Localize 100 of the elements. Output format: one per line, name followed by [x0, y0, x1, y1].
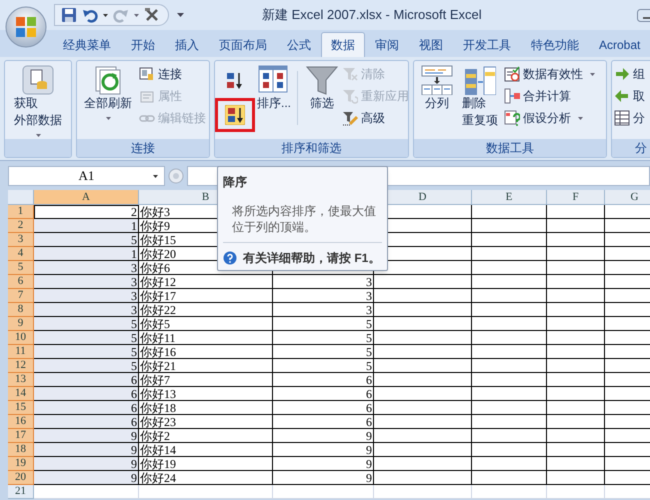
ribbon-tab[interactable]: 公式	[277, 32, 321, 57]
table-cell: 6	[273, 415, 374, 429]
table-cell: 6	[273, 401, 374, 415]
ribbon-tab[interactable]: 审阅	[365, 32, 409, 57]
row-header[interactable]: 18	[8, 443, 34, 457]
table-cell: 你好16	[139, 345, 273, 359]
table-cell: 5	[34, 359, 139, 373]
table-cell: 你好24	[139, 471, 273, 485]
row-header[interactable]: 9	[8, 317, 34, 331]
filter-button[interactable]: 筛选	[302, 61, 342, 139]
advanced-icon	[342, 110, 358, 126]
what-if-button[interactable]: 假设分析	[504, 107, 595, 129]
table-cell: 你好12	[139, 275, 273, 289]
column-header[interactable]: F	[547, 190, 605, 205]
table-cell: 3	[34, 303, 139, 317]
table-cell: 1	[34, 247, 139, 261]
ungroup-icon	[614, 88, 630, 104]
table-cell: 3	[34, 289, 139, 303]
save-icon[interactable]	[61, 7, 77, 23]
refresh-all-button[interactable]: 全部刷新	[81, 61, 135, 139]
ribbon-tab[interactable]: 页面布局	[209, 32, 277, 57]
consolidate-icon	[504, 88, 520, 104]
row-header[interactable]: 3	[8, 233, 34, 247]
table-cell: 你好11	[139, 331, 273, 345]
ungroup-button[interactable]: 取	[614, 85, 645, 107]
table-cell: 你好23	[139, 415, 273, 429]
group-title: 数据工具	[486, 140, 534, 157]
table-cell: 5	[34, 331, 139, 345]
remove-duplicates-button[interactable]: 删除 重复项	[458, 61, 502, 139]
sort-dialog-icon	[258, 65, 290, 95]
row-header[interactable]: 7	[8, 289, 34, 303]
row-header[interactable]: 19	[8, 457, 34, 471]
customize-caret-icon[interactable]	[177, 13, 184, 17]
connections-button[interactable]: 连接	[139, 63, 206, 85]
table-cell: 5	[34, 233, 139, 247]
sort-button[interactable]: 排序...	[255, 61, 293, 139]
ribbon-tab[interactable]: 经典菜单	[53, 32, 121, 57]
tooltip-title: 降序	[223, 174, 248, 191]
row-header[interactable]: 8	[8, 303, 34, 317]
duplicate-rows-icon	[464, 65, 496, 95]
help-icon	[223, 251, 237, 265]
table-cell: 9	[273, 471, 374, 485]
column-header[interactable]: G	[605, 190, 650, 205]
text-to-columns-button[interactable]: 分列	[418, 61, 456, 139]
get-data-button[interactable]: 获取 外部数据	[6, 61, 70, 139]
table-cell: 5	[34, 317, 139, 331]
group-title: 排序和筛选	[282, 140, 342, 157]
table-cell: 你好7	[139, 373, 273, 387]
group-button[interactable]: 组	[614, 63, 645, 85]
table-cell: 6	[34, 415, 139, 429]
row-header[interactable]: 20	[8, 471, 34, 485]
table-cell: 3	[273, 303, 374, 317]
column-header[interactable]: E	[472, 190, 547, 205]
advanced-button[interactable]: 高级	[342, 107, 408, 129]
ribbon-tab[interactable]: 视图	[409, 32, 453, 57]
row-header[interactable]: 10	[8, 331, 34, 345]
ribbon-tab[interactable]: 特色功能	[521, 32, 589, 57]
table-cell: 3	[273, 289, 374, 303]
formula-bar-handle-icon[interactable]	[168, 168, 184, 184]
table-cell: 你好21	[139, 359, 273, 373]
row-header[interactable]: 5	[8, 261, 34, 275]
row-header[interactable]: 14	[8, 387, 34, 401]
sort-ascending-icon[interactable]	[225, 71, 245, 91]
table-cell: 你好17	[139, 289, 273, 303]
table-cell: 9	[34, 471, 139, 485]
row-header[interactable]: 6	[8, 275, 34, 289]
row-header[interactable]: 12	[8, 359, 34, 373]
ribbon-tab[interactable]: 插入	[165, 32, 209, 57]
funnel-icon	[306, 65, 338, 95]
table-cell: 9	[273, 443, 374, 457]
table-cell: 你好18	[139, 401, 273, 415]
column-header[interactable]: A	[34, 190, 139, 205]
database-icon	[22, 65, 54, 95]
group-icon	[614, 66, 630, 82]
row-header[interactable]: 16	[8, 415, 34, 429]
table-cell: 9	[34, 429, 139, 443]
subtotal-icon	[614, 110, 630, 126]
row-header[interactable]: 17	[8, 429, 34, 443]
consolidate-button[interactable]: 合并计算	[504, 85, 595, 107]
undo-icon[interactable]	[82, 7, 98, 23]
row-header[interactable]: 13	[8, 373, 34, 387]
table-cell: 5	[34, 345, 139, 359]
ribbon-tab[interactable]: Acrobat	[589, 32, 650, 57]
row-header[interactable]: 2	[8, 219, 34, 233]
group-title-bar	[5, 139, 71, 157]
row-header[interactable]: 21	[8, 485, 34, 499]
data-validation-button[interactable]: 数据有效性	[504, 63, 595, 85]
row-header[interactable]: 1	[8, 205, 34, 219]
table-cell: 6	[34, 401, 139, 415]
sort-descending-icon[interactable]	[225, 105, 245, 125]
row-header[interactable]: 4	[8, 247, 34, 261]
row-header[interactable]: 11	[8, 345, 34, 359]
table-cell: 5	[273, 331, 374, 345]
name-box[interactable]: A1	[8, 166, 165, 186]
tools-icon[interactable]	[144, 7, 160, 23]
ribbon-tab[interactable]: 开始	[121, 32, 165, 57]
row-header[interactable]: 15	[8, 401, 34, 415]
subtotal-button[interactable]: 分	[614, 107, 645, 129]
ribbon-tab[interactable]: 开发工具	[453, 32, 521, 57]
ribbon-tab[interactable]: 数据	[321, 32, 365, 57]
